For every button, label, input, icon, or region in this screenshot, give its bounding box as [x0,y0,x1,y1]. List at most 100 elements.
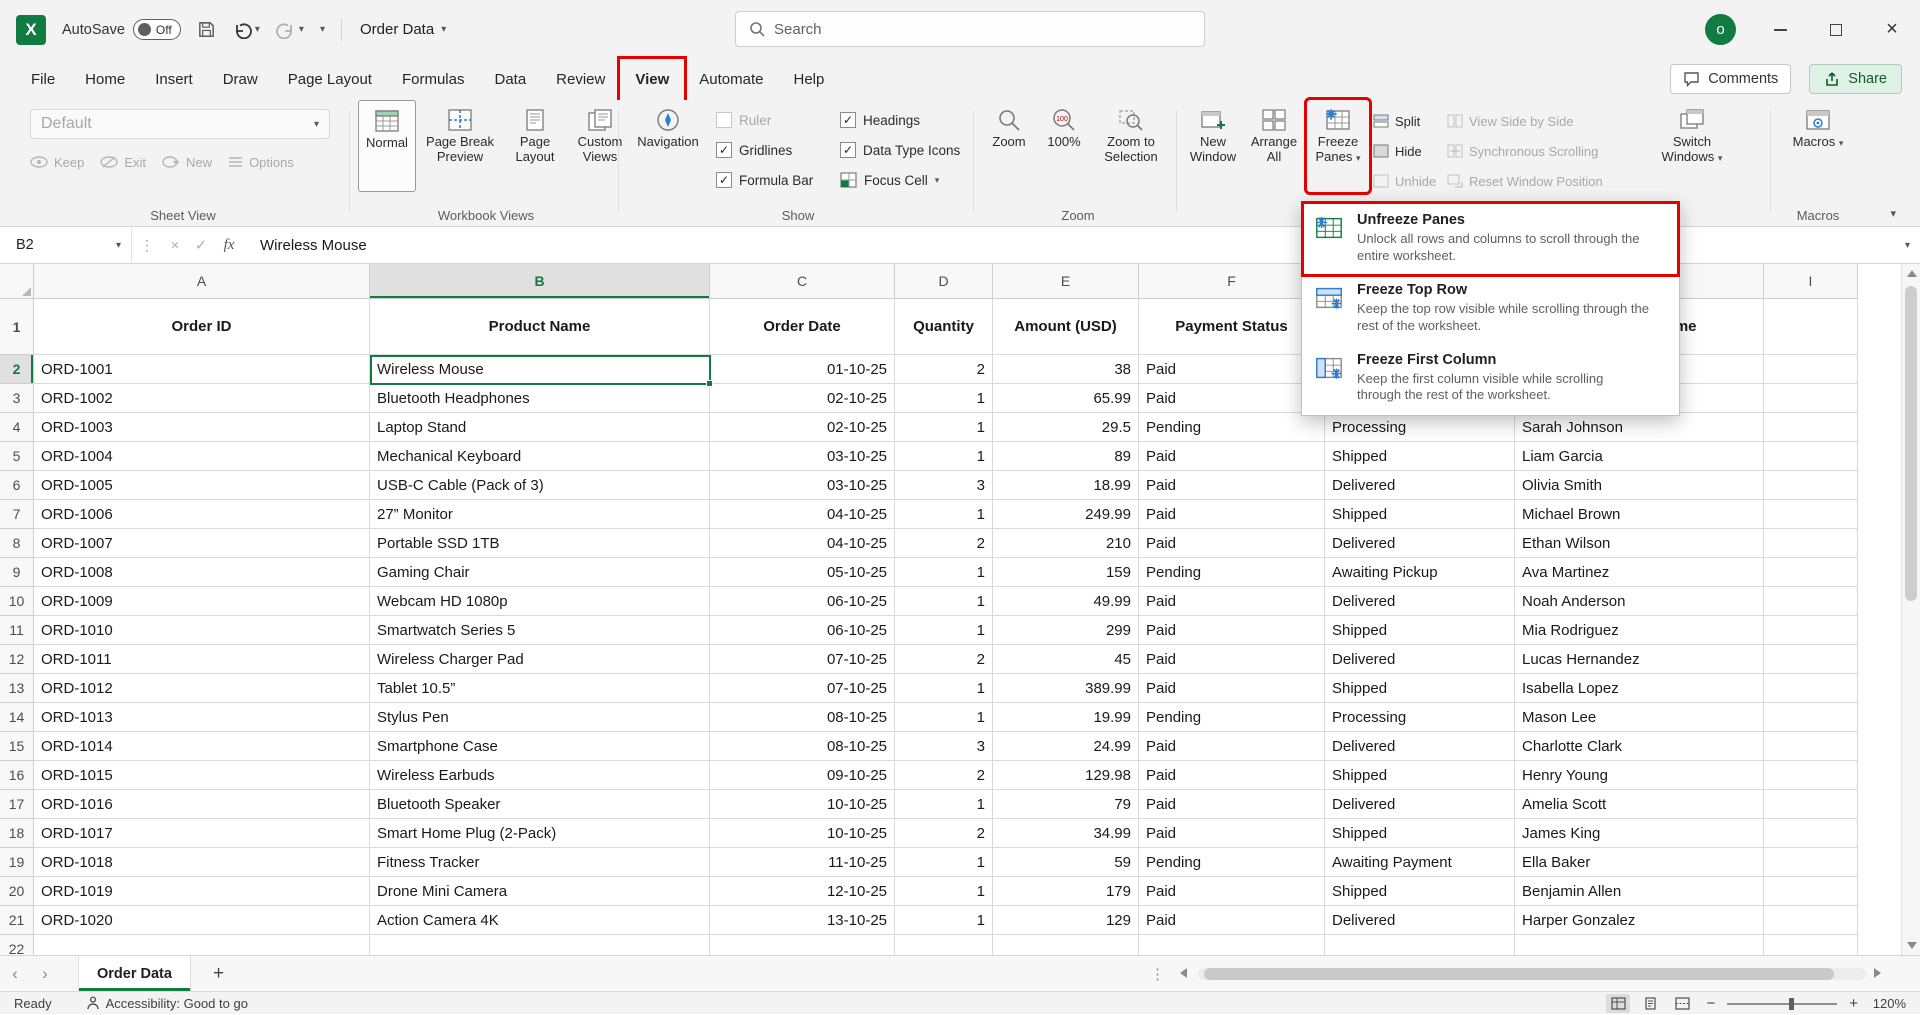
new-sheet-view-button[interactable]: New [162,149,212,175]
save-button[interactable] [197,20,216,39]
cell[interactable]: 179 [993,877,1139,906]
synchronous-scrolling-button[interactable]: Synchronous Scrolling [1447,138,1655,164]
cell[interactable] [1764,761,1858,790]
cell[interactable]: 38 [993,355,1139,384]
cell[interactable]: Paid [1139,645,1325,674]
cell[interactable]: 04-10-25 [710,529,895,558]
cell[interactable]: 09-10-25 [710,761,895,790]
column-header-F[interactable]: F [1139,264,1325,299]
cell[interactable]: 129 [993,906,1139,935]
cell[interactable]: Ava Martinez [1515,558,1764,587]
cell[interactable]: 02-10-25 [710,384,895,413]
share-button[interactable]: Share [1809,64,1902,94]
cell[interactable]: Awaiting Payment [1325,848,1515,877]
cell[interactable] [1764,906,1858,935]
page-break-preview-button[interactable]: Page Break Preview [418,100,502,192]
keep-sheet-view-button[interactable]: Keep [30,149,84,175]
cell[interactable]: Lucas Hernandez [1515,645,1764,674]
vertical-scrollbar[interactable] [1901,264,1920,955]
ruler-checkbox[interactable]: Ruler [716,110,813,130]
vertical-scrollbar-thumb[interactable] [1905,286,1917,601]
cell[interactable]: Webcam HD 1080p [370,587,710,616]
row-header-16[interactable]: 16 [0,761,34,790]
cell[interactable]: Ethan Wilson [1515,529,1764,558]
cell[interactable]: 210 [993,529,1139,558]
cell[interactable]: 10-10-25 [710,819,895,848]
cell[interactable]: ORD-1020 [34,906,370,935]
cell[interactable]: 13-10-25 [710,906,895,935]
cell[interactable]: ORD-1014 [34,732,370,761]
cell[interactable] [34,935,370,955]
cell[interactable]: Delivered [1325,790,1515,819]
cell[interactable]: Product Name [370,299,710,355]
cell[interactable]: Delivered [1325,471,1515,500]
cell[interactable]: 2 [895,645,993,674]
row-header-17[interactable]: 17 [0,790,34,819]
enter-button[interactable]: ✓ [188,236,214,254]
scroll-up-icon[interactable] [1907,270,1917,277]
normal-view-toggle[interactable] [1606,994,1630,1013]
cell[interactable]: Paid [1139,384,1325,413]
cell[interactable]: ORD-1001 [34,355,370,384]
cell[interactable]: 02-10-25 [710,413,895,442]
cell[interactable]: Wireless Earbuds [370,761,710,790]
row-header-5[interactable]: 5 [0,442,34,471]
cell[interactable]: Paid [1139,500,1325,529]
cell[interactable]: Delivered [1325,906,1515,935]
cell[interactable]: Paid [1139,790,1325,819]
page-break-view-toggle[interactable] [1670,994,1694,1013]
undo-button[interactable]: ▾ [232,21,260,39]
zoom-slider[interactable] [1727,1003,1837,1005]
cell[interactable]: Wireless Charger Pad [370,645,710,674]
cell[interactable]: Charlotte Clark [1515,732,1764,761]
cell[interactable]: 03-10-25 [710,471,895,500]
row-header-1[interactable]: 1 [0,299,34,355]
cell[interactable]: ORD-1013 [34,703,370,732]
cell[interactable]: James King [1515,819,1764,848]
cell[interactable] [1764,587,1858,616]
cell[interactable]: 03-10-25 [710,442,895,471]
cell[interactable]: 1 [895,500,993,529]
cell[interactable]: Shipped [1325,500,1515,529]
row-header-19[interactable]: 19 [0,848,34,877]
reset-window-position-button[interactable]: Reset Window Position [1447,168,1655,194]
cell[interactable] [1764,529,1858,558]
cell[interactable]: ORD-1018 [34,848,370,877]
menu-item-freeze-top-row[interactable]: Freeze Top RowKeep the top row visible w… [1304,274,1677,344]
cell[interactable]: Shipped [1325,877,1515,906]
tab-insert[interactable]: Insert [140,59,208,100]
cell[interactable]: 1 [895,703,993,732]
cell[interactable]: Paid [1139,355,1325,384]
cell[interactable]: Smart Home Plug (2-Pack) [370,819,710,848]
cell[interactable]: 1 [895,906,993,935]
cell[interactable]: ORD-1003 [34,413,370,442]
cell[interactable]: Bluetooth Headphones [370,384,710,413]
cell[interactable]: 34.99 [993,819,1139,848]
cell[interactable]: Paid [1139,471,1325,500]
cell[interactable] [1764,558,1858,587]
tab-home[interactable]: Home [70,59,140,100]
cell[interactable]: Paid [1139,442,1325,471]
cell[interactable]: Noah Anderson [1515,587,1764,616]
cell[interactable]: 89 [993,442,1139,471]
cell[interactable]: 08-10-25 [710,703,895,732]
cell[interactable]: Amount (USD) [993,299,1139,355]
cell[interactable]: Quantity [895,299,993,355]
row-header-14[interactable]: 14 [0,703,34,732]
focus-cell-button[interactable]: Focus Cell ▾ [840,170,960,190]
cell[interactable]: Paid [1139,877,1325,906]
cell[interactable]: Paid [1139,674,1325,703]
zoom-to-selection-button[interactable]: Zoom to Selection [1092,100,1170,192]
cell[interactable]: Processing [1325,413,1515,442]
excel-app-icon[interactable]: X [16,15,46,45]
cell[interactable] [1764,645,1858,674]
row-header-12[interactable]: 12 [0,645,34,674]
minimize-button[interactable] [1752,0,1808,59]
cell[interactable] [1764,819,1858,848]
cell[interactable]: ORD-1006 [34,500,370,529]
cell[interactable]: Mia Rodriguez [1515,616,1764,645]
cell[interactable]: 07-10-25 [710,645,895,674]
cell[interactable] [1764,355,1858,384]
cell[interactable]: Awaiting Pickup [1325,558,1515,587]
redo-button[interactable]: ▾ [276,21,304,39]
